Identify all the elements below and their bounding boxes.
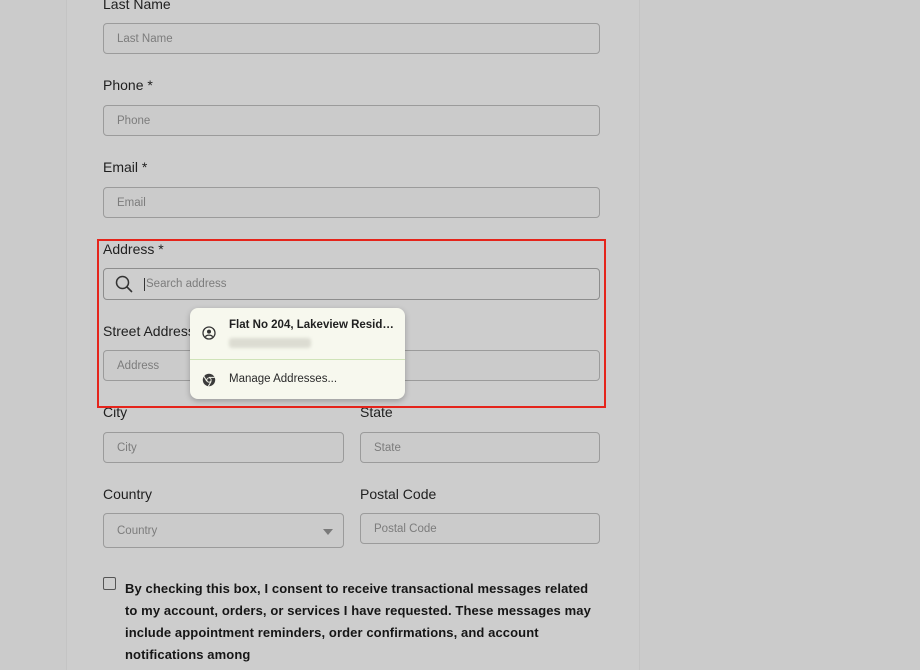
consent-text: By checking this box, I consent to recei… [125,581,591,662]
country-label: Country [103,486,153,502]
country-select[interactable]: Country [103,513,344,548]
city-input[interactable]: City [103,432,344,463]
phone-input[interactable]: Phone [103,105,600,136]
manage-addresses-item[interactable]: Manage Addresses... [190,360,405,399]
last-name-label: Last Name [103,0,171,12]
phone-label: Phone * [103,77,153,93]
account-circle-icon [202,326,216,345]
chevron-down-icon [323,529,333,535]
postal-code-label: Postal Code [360,486,437,502]
state-placeholder: State [374,441,401,454]
last-name-placeholder: Last Name [117,32,173,45]
state-input[interactable]: State [360,432,600,463]
suggestion-title: Flat No 204, Lakeview Resid… [229,319,394,331]
phone-placeholder: Phone [117,114,151,127]
email-label: Email * [103,159,148,175]
suggestion-subtitle-redacted [229,338,311,348]
autofill-dropdown: Flat No 204, Lakeview Resid… Manage Addr… [190,308,405,399]
postal-code-input[interactable]: Postal Code [360,513,600,544]
email-input[interactable]: Email [103,187,600,218]
consent-checkbox[interactable] [103,577,116,590]
manage-addresses-label: Manage Addresses... [229,373,338,385]
last-name-input[interactable]: Last Name [103,23,600,54]
city-placeholder: City [117,441,137,454]
chrome-icon [202,373,216,392]
postal-code-placeholder: Postal Code [374,522,437,535]
email-placeholder: Email [117,196,146,209]
autofill-suggestion[interactable]: Flat No 204, Lakeview Resid… [190,308,405,359]
country-placeholder: Country [117,524,158,537]
